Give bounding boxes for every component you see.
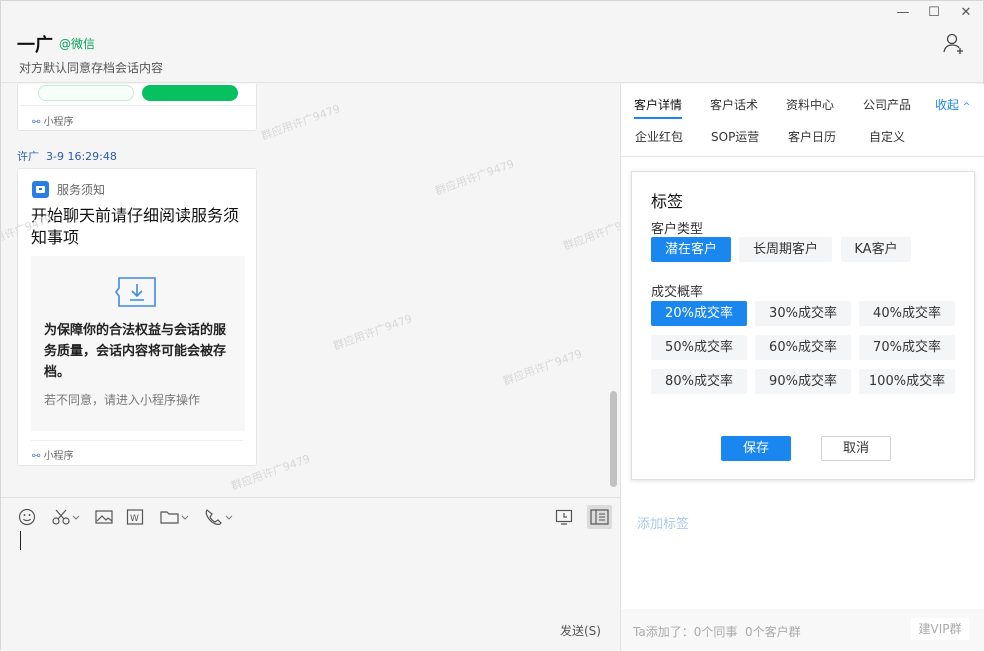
mini-program-footer: ⚯ 小程序: [32, 451, 74, 462]
tab-red-packet[interactable]: 企业红包: [635, 128, 683, 145]
card-button-right[interactable]: [142, 85, 238, 101]
minimize-button[interactable]: —: [889, 4, 917, 22]
previous-mini-program-card[interactable]: ⚯ 小程序: [17, 84, 257, 131]
create-vip-group-button[interactable]: 建VIP群: [911, 618, 969, 640]
chat-scrollbar[interactable]: [610, 391, 617, 487]
download-icon: [115, 276, 159, 312]
save-button[interactable]: 保存: [721, 436, 791, 461]
tag-panel: 标签 客户类型 潜在客户 长周期客户 KA客户 成交概率 20%成交率 30%成…: [631, 171, 975, 480]
tab-company-products[interactable]: 公司产品: [863, 96, 911, 113]
watermark: 群应用许广9479: [561, 212, 620, 253]
message-list[interactable]: ⚯ 小程序 许广 3-9 16:29:48 服务须知 开始聊天前请仔细阅读服务须…: [1, 84, 620, 497]
tab-sop[interactable]: SOP运营: [711, 128, 759, 145]
notice-body-box: 为保障你的合法权益与会话的服务质量，会话内容将可能会被存档。 若不同意，请进入小…: [31, 256, 245, 431]
send-button[interactable]: 发送(S): [560, 622, 601, 639]
chip-rate-80[interactable]: 80%成交率: [651, 369, 747, 394]
active-tab-indicator: [634, 117, 682, 119]
contact-name: 一广: [17, 35, 53, 56]
chip-ka-customer[interactable]: KA客户: [841, 237, 911, 262]
chip-rate-60[interactable]: 60%成交率: [755, 335, 851, 360]
chip-rate-100[interactable]: 100%成交率: [859, 369, 955, 394]
composer: W 发送(S): [1, 497, 620, 651]
card-button-left[interactable]: [38, 85, 134, 101]
tab-resource-center[interactable]: 资料中心: [786, 96, 834, 113]
customer-type-label: 客户类型: [651, 222, 704, 237]
notice-app-icon: [32, 181, 49, 198]
service-notice-card[interactable]: 服务须知 开始聊天前请仔细阅读服务须知事项 为保障你的合法权益与会话的服务质量，…: [17, 168, 257, 466]
add-user-icon[interactable]: [941, 31, 967, 57]
panel-title: 标签: [651, 192, 684, 211]
chat-header: — ☐ ✕ 一广 @微信 对方默认同意存档会话内容: [1, 1, 983, 83]
chip-rate-90[interactable]: 90%成交率: [755, 369, 851, 394]
notice-body: 为保障你的合法权益与会话的服务质量，会话内容将可能会被存档。: [44, 323, 227, 380]
group-count: 0个客户群: [744, 625, 801, 639]
chip-rate-30[interactable]: 30%成交率: [755, 301, 851, 326]
chip-rate-70[interactable]: 70%成交率: [859, 335, 955, 360]
message-meta: 许广 3-9 16:29:48: [17, 148, 117, 164]
message-time: 3-9 16:29:48: [46, 150, 117, 163]
tab-customer-calendar[interactable]: 客户日历: [788, 128, 836, 145]
watermark: 群应用许广9479: [433, 157, 516, 198]
chip-rate-40[interactable]: 40%成交率: [859, 301, 955, 326]
chevron-up-icon: ^: [962, 102, 971, 112]
wechat-tag: @微信: [59, 37, 96, 51]
chip-potential-customer[interactable]: 潜在客户: [651, 237, 731, 262]
mini-program-footer: ⚯ 小程序: [32, 117, 74, 128]
watermark: 群应用许广9479: [331, 312, 414, 353]
watermark: 群应用许广9479: [259, 102, 342, 143]
collapse-button[interactable]: 收起 ^: [935, 96, 970, 113]
colleague-count: 0个同事: [693, 625, 738, 639]
notice-hint: 若不同意，请进入小程序操作: [44, 393, 201, 407]
tab-customer-detail[interactable]: 客户详情: [634, 96, 682, 113]
close-button[interactable]: ✕: [952, 4, 980, 22]
added-summary: Ta添加了：0个同事 0个客户群: [633, 625, 801, 639]
customer-sidebar: 客户详情 客户话术 资料中心 公司产品 收起 ^ 企业红包 SOP运营 客户日历…: [620, 84, 984, 651]
chip-long-cycle-customer[interactable]: 长周期客户: [739, 237, 832, 262]
cancel-button[interactable]: 取消: [821, 436, 891, 461]
watermark: 群应用许广9479: [501, 347, 584, 388]
app-window: — ☐ ✕ 一广 @微信 对方默认同意存档会话内容 ⚯ 小程序 许广 3-9 1…: [0, 0, 984, 651]
sender-name: 许广: [17, 150, 39, 163]
chip-rate-50[interactable]: 50%成交率: [651, 335, 747, 360]
notice-header: 服务须知: [57, 183, 106, 197]
deal-probability-label: 成交概率: [651, 285, 704, 300]
archive-notice: 对方默认同意存档会话内容: [19, 61, 164, 75]
mini-program-icon: ⚯: [32, 117, 44, 128]
maximize-button[interactable]: ☐: [920, 4, 948, 22]
notice-title: 开始聊天前请仔细阅读服务须知事项: [31, 206, 240, 247]
message-input[interactable]: [1, 523, 620, 623]
tab-customer-scripts[interactable]: 客户话术: [710, 96, 758, 113]
add-tag-link[interactable]: 添加标签: [637, 513, 689, 532]
mini-program-icon: ⚯: [32, 451, 44, 462]
tab-custom[interactable]: 自定义: [869, 128, 905, 145]
sidebar-footer: Ta添加了：0个同事 0个客户群 建VIP群: [621, 609, 984, 651]
chip-rate-20[interactable]: 20%成交率: [651, 301, 747, 326]
